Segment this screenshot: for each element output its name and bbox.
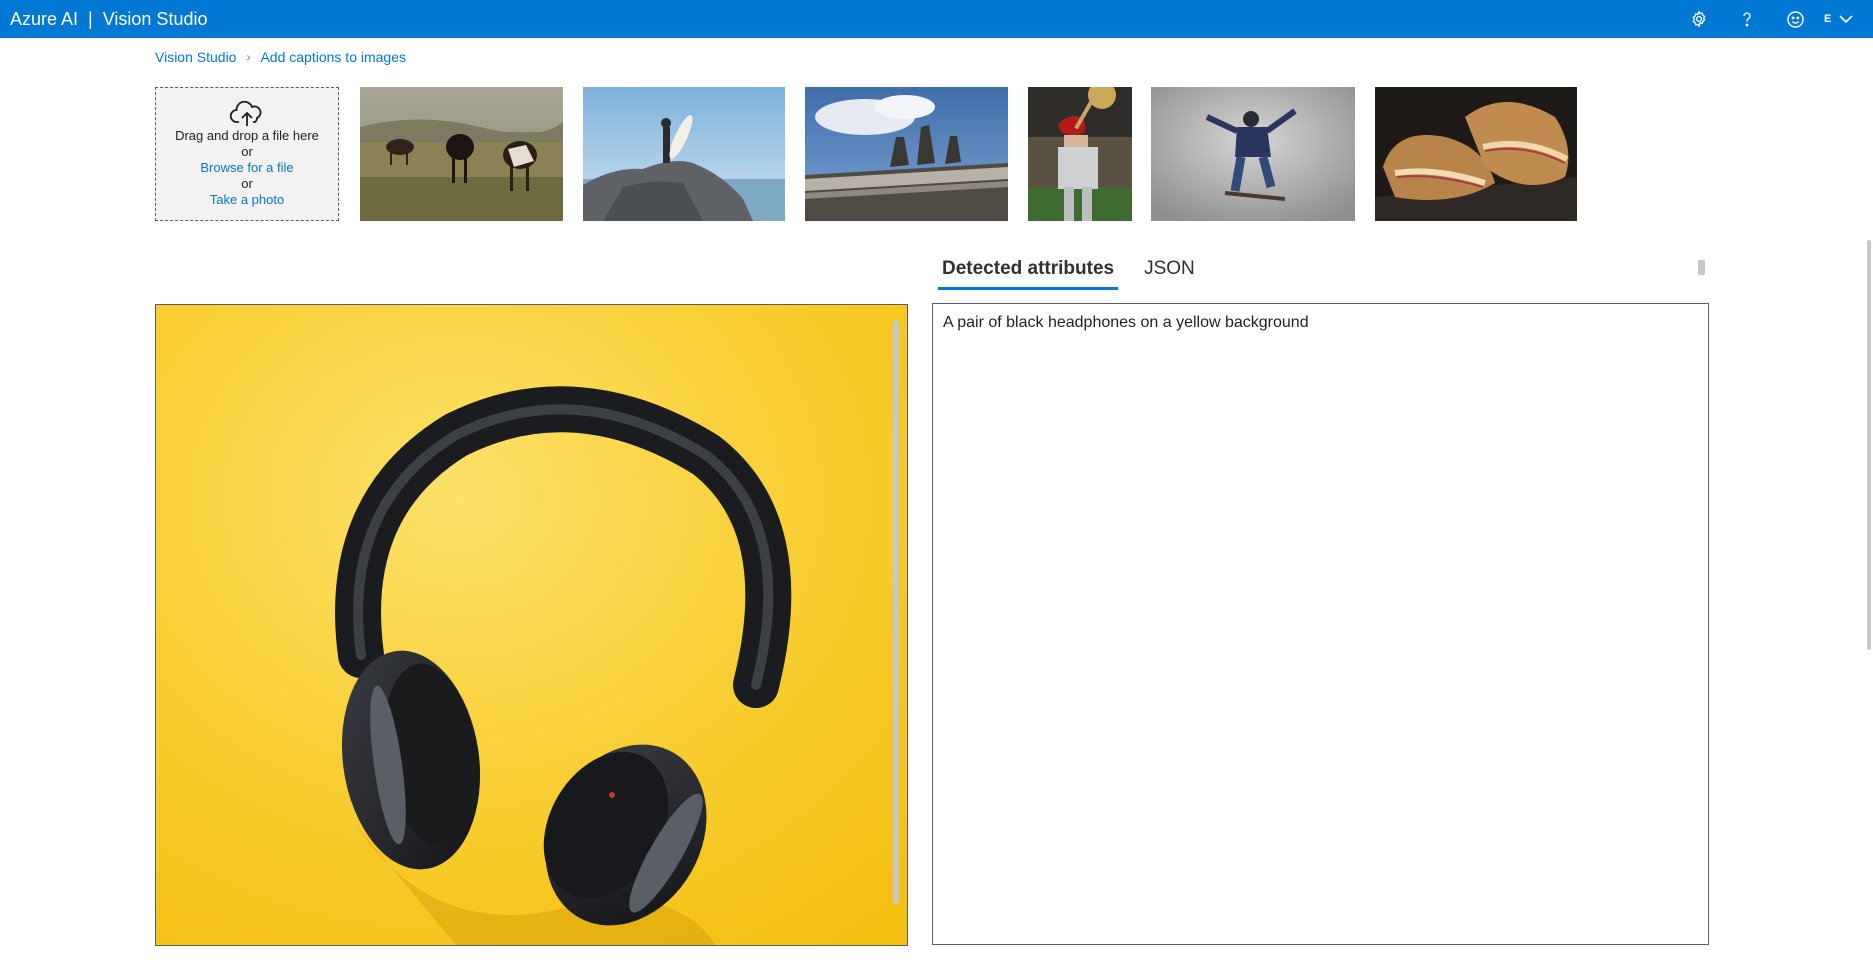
breadcrumb: Vision Studio › Add captions to images bbox=[155, 48, 406, 66]
surfer-on-rock-thumbnail[interactable] bbox=[583, 87, 785, 221]
account-menu[interactable]: E bbox=[1824, 0, 1873, 38]
image-preview bbox=[155, 304, 908, 946]
cows-grazing-thumbnail[interactable] bbox=[360, 87, 563, 221]
or-text-2: or bbox=[241, 176, 253, 191]
headphones-image bbox=[156, 305, 907, 945]
caption-text: A pair of black headphones on a yellow b… bbox=[943, 314, 1309, 331]
brand-vision-studio: Vision Studio bbox=[102, 9, 208, 29]
help-button[interactable] bbox=[1728, 0, 1766, 38]
preview-scrollbar[interactable] bbox=[893, 320, 899, 904]
chevron-down-icon bbox=[1839, 15, 1853, 24]
or-text-1: or bbox=[241, 144, 253, 159]
feedback-button[interactable] bbox=[1776, 0, 1814, 38]
tab-json[interactable]: JSON bbox=[1140, 252, 1199, 290]
settings-button[interactable] bbox=[1680, 0, 1718, 38]
breadcrumb-chevron-icon: › bbox=[246, 50, 251, 64]
browse-file-link[interactable]: Browse for a file bbox=[156, 160, 338, 176]
smiley-icon bbox=[1786, 10, 1804, 28]
brand-separator: | bbox=[88, 9, 93, 29]
drag-drop-text: Drag and drop a file here bbox=[175, 128, 319, 143]
brand-azure-ai: Azure AI bbox=[10, 9, 79, 29]
tabs-scrollbar[interactable] bbox=[1698, 260, 1705, 275]
tab-detected-attributes[interactable]: Detected attributes bbox=[938, 252, 1119, 290]
top-header-bar: Azure AI | Vision Studio E bbox=[0, 0, 1873, 38]
help-icon bbox=[1743, 12, 1751, 27]
upload-dropzone[interactable]: Drag and drop a file here or Browse for … bbox=[155, 87, 339, 221]
take-photo-link[interactable]: Take a photo bbox=[156, 192, 338, 208]
avatar: E bbox=[1824, 13, 1832, 25]
baseball-batter-thumbnail[interactable] bbox=[1028, 87, 1132, 221]
gear-icon bbox=[1692, 10, 1706, 28]
building-statues-thumbnail[interactable] bbox=[805, 87, 1008, 221]
grilled-sandwich-thumbnail[interactable] bbox=[1375, 87, 1577, 221]
skateboarder-thumbnail[interactable] bbox=[1151, 87, 1355, 221]
result-tabs: Detected attributes JSON bbox=[938, 252, 1199, 290]
page-scrollbar[interactable] bbox=[1867, 240, 1871, 650]
breadcrumb-add-captions[interactable]: Add captions to images bbox=[260, 49, 406, 65]
detected-attributes-panel: A pair of black headphones on a yellow b… bbox=[932, 303, 1709, 945]
brand[interactable]: Azure AI | Vision Studio bbox=[10, 0, 207, 38]
cloud-upload-icon bbox=[156, 100, 338, 128]
breadcrumb-vision-studio[interactable]: Vision Studio bbox=[155, 49, 236, 65]
